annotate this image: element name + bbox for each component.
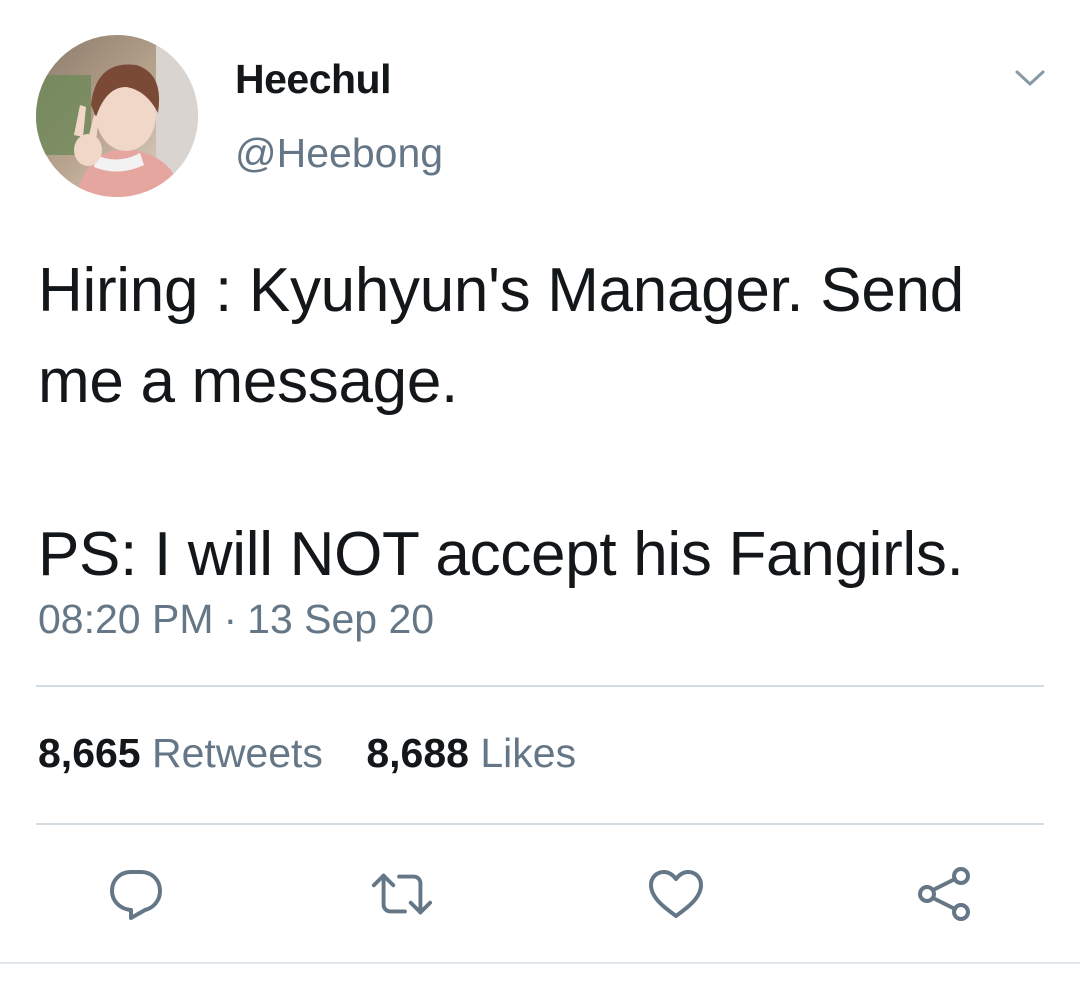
likes-stat[interactable]: 8,688 Likes	[366, 730, 576, 777]
retweets-count: 8,665	[38, 730, 141, 776]
timestamp-date: 13 Sep 20	[247, 596, 435, 642]
chevron-down-icon[interactable]	[1010, 60, 1050, 96]
reply-button[interactable]	[104, 862, 168, 926]
timestamp-time: 08:20 PM	[38, 596, 214, 642]
retweets-stat[interactable]: 8,665 Retweets	[38, 730, 323, 777]
like-button[interactable]	[644, 862, 708, 926]
divider	[36, 685, 1044, 687]
tweet-text: Hiring : Kyuhyun's Manager. Send me a me…	[38, 245, 1048, 600]
tweet-text-line: Hiring : Kyuhyun's Manager. Send	[38, 256, 964, 325]
retweet-icon	[371, 873, 433, 915]
share-icon	[918, 867, 970, 921]
retweet-button[interactable]	[370, 862, 434, 926]
tweet-text-line: PS: I will NOT accept his Fangirls.	[38, 520, 964, 589]
share-button[interactable]	[912, 862, 976, 926]
likes-count: 8,688	[366, 730, 469, 776]
likes-label: Likes	[480, 730, 577, 776]
retweets-label: Retweets	[152, 730, 323, 776]
tweet-text-line: me a message.	[38, 347, 458, 416]
divider	[0, 962, 1080, 964]
divider	[36, 823, 1044, 825]
heart-icon	[649, 870, 703, 918]
tweet-timestamp[interactable]: 08:20 PM · 13 Sep 20	[38, 596, 434, 643]
reply-icon	[110, 870, 162, 920]
author-display-name[interactable]: Heechul	[235, 56, 392, 103]
tweet-stats: 8,665 Retweets 8,688 Likes	[38, 730, 576, 777]
avatar[interactable]	[36, 35, 198, 197]
tweet-card: Heechul @Heebong Hiring : Kyuhyun's Mana…	[0, 0, 1080, 984]
timestamp-separator: ·	[223, 596, 238, 642]
author-handle[interactable]: @Heebong	[235, 130, 443, 177]
